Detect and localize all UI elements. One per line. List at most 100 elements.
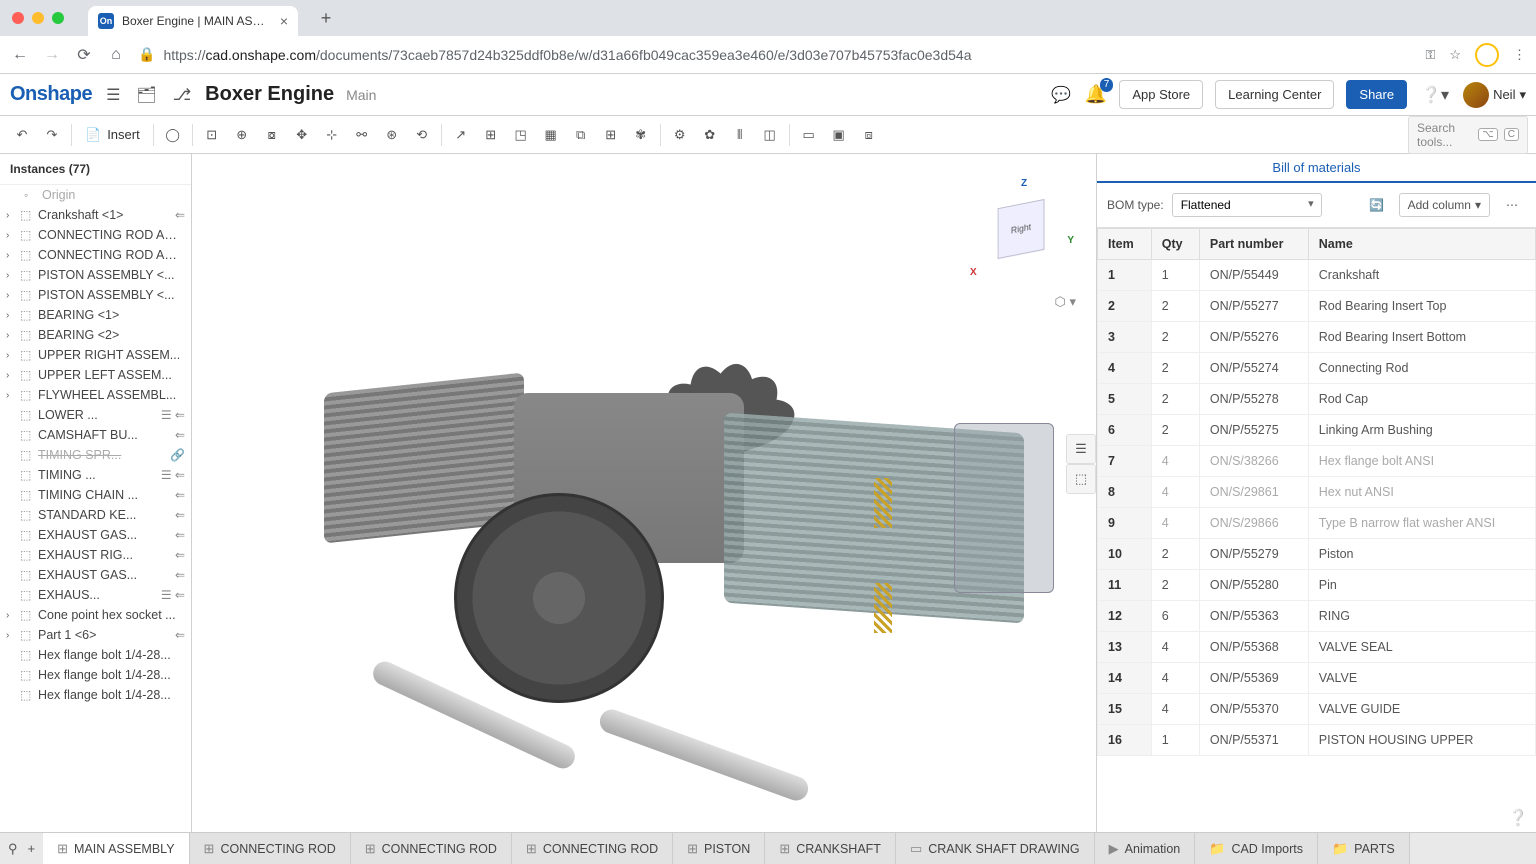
browser-tab[interactable]: On Boxer Engine | MAIN ASSEMBL ×: [88, 6, 298, 36]
tool-icon[interactable]: ⦀: [726, 121, 754, 149]
bom-more-icon[interactable]: ⋯: [1498, 191, 1526, 219]
expand-icon[interactable]: ›: [6, 230, 16, 241]
bom-row[interactable]: 126ON/P/55363RING: [1098, 601, 1536, 632]
tree-item[interactable]: ›⬚PISTON ASSEMBLY <...: [0, 285, 191, 305]
expand-icon[interactable]: ›: [6, 330, 16, 341]
forward-icon[interactable]: →: [42, 46, 62, 64]
bottom-tab[interactable]: 📁CAD Imports: [1195, 833, 1318, 864]
bom-row[interactable]: 11ON/P/55449Crankshaft: [1098, 260, 1536, 291]
star-icon[interactable]: ☆: [1449, 47, 1461, 63]
bom-row[interactable]: 154ON/P/55370VALVE GUIDE: [1098, 694, 1536, 725]
expand-icon[interactable]: ›: [6, 310, 16, 321]
bom-row[interactable]: 62ON/P/55275Linking Arm Bushing: [1098, 415, 1536, 446]
tree-item[interactable]: ⬚Hex flange bolt 1/4-28...: [0, 665, 191, 685]
bottom-tab[interactable]: ⊞CONNECTING ROD: [351, 833, 512, 864]
tree-item[interactable]: ›⬚Part 1 <6>⇐: [0, 625, 191, 645]
bom-row[interactable]: 42ON/P/55274Connecting Rod: [1098, 353, 1536, 384]
list-panel-icon[interactable]: ☰: [1066, 434, 1096, 464]
menu-icon[interactable]: ☰: [104, 83, 122, 107]
tree-item[interactable]: ⬚TIMING CHAIN ...⇐: [0, 485, 191, 505]
expand-icon[interactable]: ›: [6, 270, 16, 281]
bom-type-select[interactable]: Flattened: [1172, 193, 1322, 217]
expand-icon[interactable]: ›: [6, 250, 16, 261]
bom-row[interactable]: 94ON/S/29866Type B narrow flat washer AN…: [1098, 508, 1536, 539]
expand-icon[interactable]: ›: [6, 350, 16, 361]
maximize-window-icon[interactable]: [52, 12, 64, 24]
bom-row[interactable]: 102ON/P/55279Piston: [1098, 539, 1536, 570]
tree-item[interactable]: ›⬚CONNECTING ROD AS...: [0, 245, 191, 265]
tree-item[interactable]: ⬚EXHAUS...☰ ⇐: [0, 585, 191, 605]
bottom-tab[interactable]: ▶Animation: [1095, 833, 1196, 864]
tree-item[interactable]: ⬚TIMING SPR...🔗: [0, 445, 191, 465]
help-icon[interactable]: ❔▾: [1419, 83, 1451, 107]
tree-item[interactable]: ›⬚Crankshaft <1>⇐: [0, 205, 191, 225]
tree-item[interactable]: ⬚STANDARD KE...⇐: [0, 505, 191, 525]
url-field[interactable]: 🔒 https://cad.onshape.com/documents/73ca…: [138, 46, 1413, 63]
tree-item[interactable]: ⬚EXHAUST RIG...⇐: [0, 545, 191, 565]
tool-icon[interactable]: ◯: [159, 121, 187, 149]
expand-icon[interactable]: ›: [6, 630, 16, 641]
back-icon[interactable]: ←: [10, 46, 30, 64]
bom-row[interactable]: 134ON/P/55368VALVE SEAL: [1098, 632, 1536, 663]
bom-row[interactable]: 112ON/P/55280Pin: [1098, 570, 1536, 601]
tree-item[interactable]: ⬚Hex flange bolt 1/4-28...: [0, 645, 191, 665]
bom-row[interactable]: 74ON/S/38266Hex flange bolt ANSI: [1098, 446, 1536, 477]
bom-row[interactable]: 161ON/P/55371PISTON HOUSING UPPER: [1098, 725, 1536, 756]
tree-item[interactable]: ⬚CAMSHAFT BU...⇐: [0, 425, 191, 445]
share-button[interactable]: Share: [1346, 80, 1407, 109]
col-name[interactable]: Name: [1308, 229, 1535, 260]
user-menu[interactable]: Neil ▾: [1463, 82, 1526, 108]
bottom-tab[interactable]: 📁PARTS: [1318, 833, 1410, 864]
tool-icon[interactable]: ✾: [627, 121, 655, 149]
tree-item[interactable]: ›⬚CONNECTING ROD AS...: [0, 225, 191, 245]
tree-item[interactable]: ›⬚UPPER RIGHT ASSEM...: [0, 345, 191, 365]
tree-item[interactable]: ›⬚BEARING <1>: [0, 305, 191, 325]
tool-icon[interactable]: ⧇: [258, 121, 286, 149]
insert-button[interactable]: 📄Insert: [77, 123, 148, 147]
undo-icon[interactable]: ↶: [8, 121, 36, 149]
tree-icon[interactable]: 🗂: [134, 83, 158, 107]
bottom-tab[interactable]: ▭CRANK SHAFT DRAWING: [896, 833, 1095, 864]
tree-origin[interactable]: ◦Origin: [0, 185, 191, 205]
close-window-icon[interactable]: [12, 12, 24, 24]
redo-icon[interactable]: ↷: [38, 121, 66, 149]
tool-icon[interactable]: ⊞: [477, 121, 505, 149]
tool-icon[interactable]: ⧉: [567, 121, 595, 149]
bom-refresh-icon[interactable]: 🔄: [1363, 191, 1391, 219]
search-tools-input[interactable]: Search tools... ⌥C: [1408, 116, 1528, 154]
tab-close-icon[interactable]: ×: [280, 13, 288, 29]
tool-icon[interactable]: ▣: [825, 121, 853, 149]
branch-icon[interactable]: ⎇: [171, 83, 193, 107]
home-icon[interactable]: ⌂: [106, 46, 126, 64]
bom-row[interactable]: 32ON/P/55276Rod Bearing Insert Bottom: [1098, 322, 1536, 353]
kebab-menu-icon[interactable]: ⋮: [1513, 47, 1526, 63]
tool-icon[interactable]: ✥: [288, 121, 316, 149]
tab-overview-icon[interactable]: ⚲: [8, 841, 18, 857]
bom-row[interactable]: 52ON/P/55278Rod Cap: [1098, 384, 1536, 415]
tool-icon[interactable]: ⊕: [228, 121, 256, 149]
tool-icon[interactable]: ◫: [756, 121, 784, 149]
col-item[interactable]: Item: [1098, 229, 1152, 260]
tree-item[interactable]: ›⬚UPPER LEFT ASSEM...: [0, 365, 191, 385]
new-tab-button[interactable]: +: [312, 4, 340, 32]
tool-icon[interactable]: ▦: [537, 121, 565, 149]
tool-icon[interactable]: ▭: [795, 121, 823, 149]
tool-icon[interactable]: ⊹: [318, 121, 346, 149]
tree-item[interactable]: ⬚LOWER ...☰ ⇐: [0, 405, 191, 425]
tree-item[interactable]: ›⬚Cone point hex socket ...: [0, 605, 191, 625]
help-corner-icon[interactable]: ❔: [1508, 808, 1528, 828]
bottom-tab[interactable]: ⊞MAIN ASSEMBLY: [43, 833, 189, 864]
view-cube[interactable]: Right Z Y X: [966, 174, 1076, 284]
learning-center-button[interactable]: Learning Center: [1215, 80, 1334, 109]
expand-icon[interactable]: ›: [6, 610, 16, 621]
tree-item[interactable]: ›⬚PISTON ASSEMBLY <...: [0, 265, 191, 285]
expand-icon[interactable]: ›: [6, 290, 16, 301]
bottom-tab[interactable]: ⊞CONNECTING ROD: [190, 833, 351, 864]
tree-item[interactable]: ⬚EXHAUST GAS...⇐: [0, 565, 191, 585]
tree-item[interactable]: ⬚TIMING ...☰ ⇐: [0, 465, 191, 485]
tool-icon[interactable]: ◳: [507, 121, 535, 149]
bottom-tab[interactable]: ⊞CRANKSHAFT: [765, 833, 896, 864]
expand-icon[interactable]: ›: [6, 370, 16, 381]
3d-canvas[interactable]: Right Z Y X ⬡ ▾ ☰ ⬚: [192, 154, 1096, 832]
app-store-button[interactable]: App Store: [1119, 80, 1203, 109]
